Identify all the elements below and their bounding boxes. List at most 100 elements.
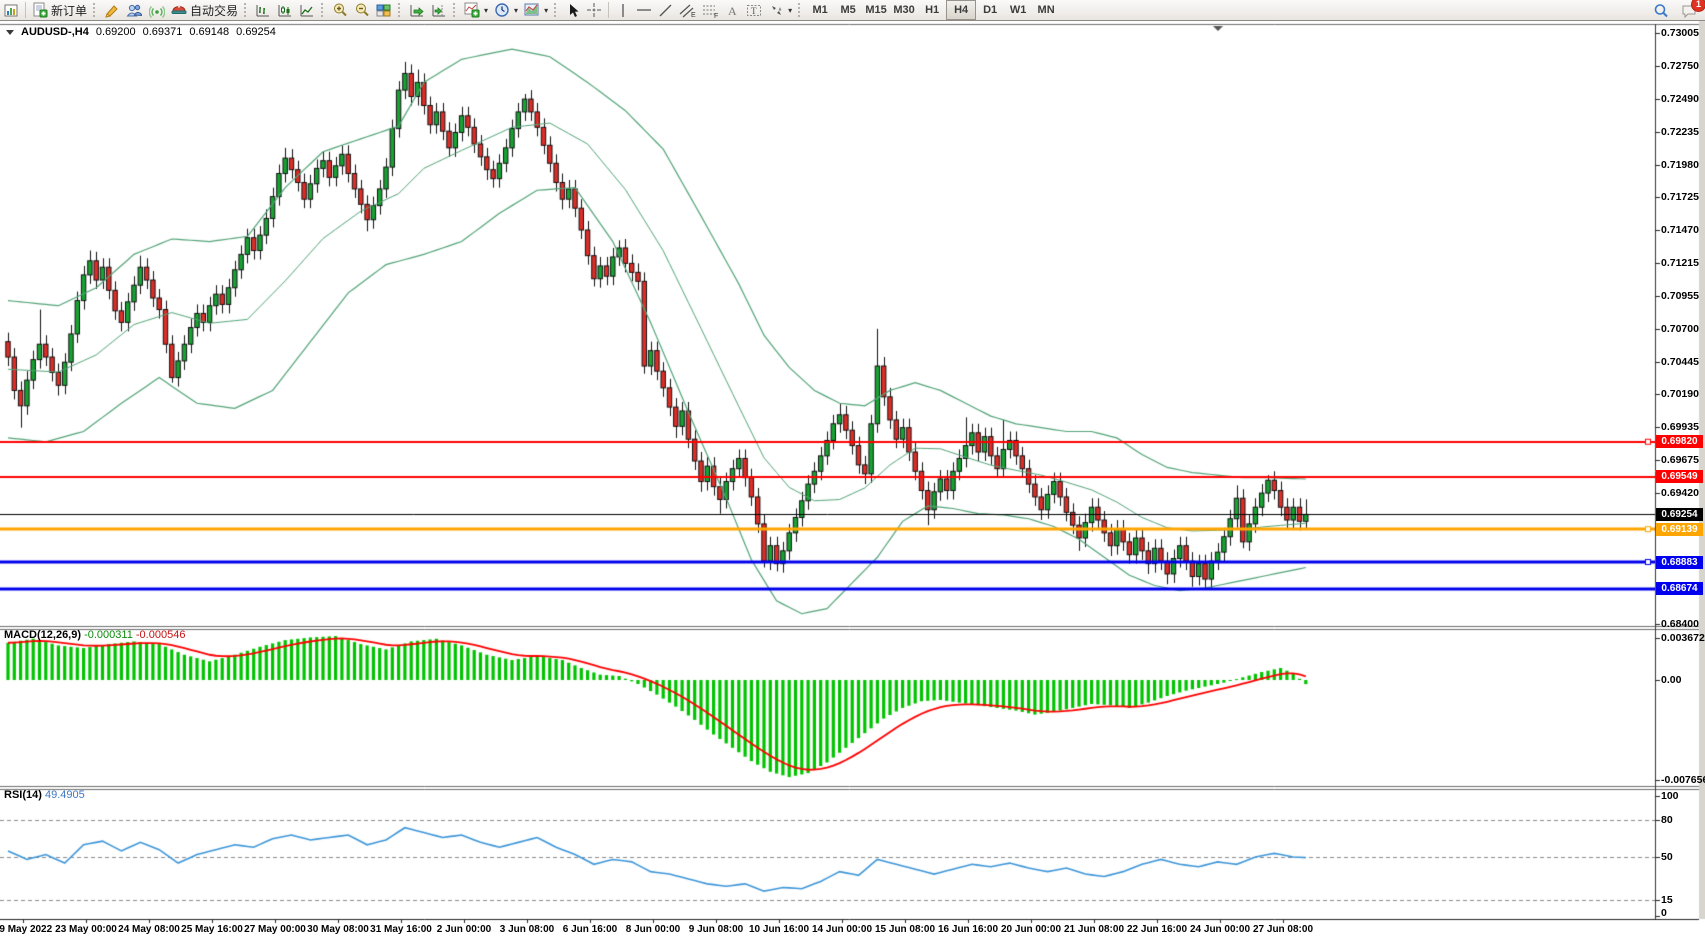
svg-text:F: F (714, 13, 718, 18)
bar-chart-mode-button[interactable] (252, 1, 274, 20)
candlestick-icon (277, 3, 293, 18)
chart-title: AUDUSD-,H4 0.69200 0.69371 0.69148 0.692… (6, 26, 276, 38)
text-tool-button[interactable]: A (722, 1, 743, 20)
chart-close-value: 0.69254 (236, 26, 276, 38)
auto-trading-icon (171, 3, 187, 18)
svg-text:T: T (751, 6, 757, 16)
new-chart-button[interactable] (1, 1, 22, 20)
toolbar-grip (398, 3, 402, 17)
tile-windows-button[interactable] (373, 1, 395, 20)
crosshair-tool-button[interactable] (583, 1, 605, 20)
indicators-button[interactable]: ▾ (461, 1, 491, 20)
tile-windows-icon (376, 3, 392, 18)
cursor-icon (566, 3, 580, 18)
arrows-tool-button[interactable]: ▾ (766, 1, 795, 20)
timeframe-m15-button[interactable]: M15 (862, 1, 890, 19)
collapse-panel-icon[interactable] (6, 30, 14, 35)
community-button[interactable] (123, 1, 146, 20)
fibonacci-icon: F (702, 3, 719, 18)
auto-scroll-button[interactable] (406, 1, 428, 20)
timeframe-m5-button[interactable]: M5 (834, 1, 862, 19)
chevron-down-icon: ▾ (788, 6, 792, 15)
clock-icon (494, 2, 510, 18)
auto-scroll-icon (409, 3, 425, 18)
chart-shift-button[interactable] (428, 1, 450, 20)
new-order-label: 新订单 (51, 2, 87, 19)
arrows-icon (769, 3, 784, 18)
crayon-icon (104, 3, 120, 18)
line-chart-icon (299, 3, 315, 18)
vertical-line-tool-button[interactable] (612, 1, 633, 20)
vertical-line-icon (618, 3, 628, 18)
bar-chart-icon (255, 3, 271, 18)
timeframe-m1-button[interactable]: M1 (806, 1, 834, 19)
toolbar-grip (798, 3, 802, 17)
rsi-value: 49.4905 (45, 789, 85, 801)
signals-button[interactable] (146, 1, 168, 20)
timeframe-h4-button[interactable]: H4 (946, 0, 976, 20)
macd-name: MACD(12,26,9) (4, 629, 81, 641)
line-chart-mode-button[interactable] (296, 1, 318, 20)
toolbar-separator (608, 2, 609, 18)
new-order-button[interactable]: 新订单 (29, 1, 90, 20)
notification-badge: 1 (1691, 0, 1705, 12)
svg-text:E: E (691, 12, 696, 18)
zoom-in-icon (332, 2, 348, 18)
horizontal-line-icon (636, 5, 652, 15)
toolbar: 新订单 自动交易 (0, 0, 1705, 21)
zoom-out-icon (354, 2, 370, 18)
text-label-icon: T (746, 3, 763, 18)
chart-open-value: 0.69200 (96, 26, 136, 38)
new-order-icon (32, 2, 48, 18)
chart-low-value: 0.69148 (189, 26, 229, 38)
styler-button[interactable] (101, 1, 123, 20)
chart-high-value: 0.69371 (143, 26, 183, 38)
indicators-icon (464, 2, 480, 18)
text-icon: A (726, 3, 739, 18)
macd-indicator-label: MACD(12,26,9) -0.000311 -0.000546 (4, 629, 185, 641)
timeframe-w1-button[interactable]: W1 (1004, 1, 1032, 19)
text-label-tool-button[interactable]: T (743, 1, 766, 20)
auto-trading-label: 自动交易 (190, 2, 238, 19)
templates-button[interactable]: ▾ (521, 1, 551, 20)
timeframe-mn-button[interactable]: MN (1032, 1, 1060, 19)
candlestick-mode-button[interactable] (274, 1, 296, 20)
toolbar-separator (25, 2, 26, 18)
rsi-indicator-label: RSI(14) 49.4905 (4, 789, 85, 801)
toolbar-grip (453, 3, 457, 17)
chart-shift-icon (431, 3, 447, 18)
chart-symbol-period: AUDUSD-,H4 (21, 26, 89, 38)
chevron-down-icon: ▾ (544, 6, 548, 15)
chart-surface[interactable] (0, 0, 1705, 939)
equidistant-channel-icon: E (679, 3, 696, 18)
zoom-out-button[interactable] (351, 1, 373, 20)
chevron-down-icon: ▾ (514, 6, 518, 15)
channel-tool-button[interactable]: E (676, 1, 699, 20)
auto-trading-button[interactable]: 自动交易 (168, 1, 241, 20)
zoom-in-button[interactable] (329, 1, 351, 20)
timeframe-d1-button[interactable]: D1 (976, 1, 1004, 19)
chevron-down-icon: ▾ (484, 6, 488, 15)
cursor-tool-button[interactable] (562, 1, 583, 20)
timeframe-h1-button[interactable]: H1 (918, 1, 946, 19)
users-icon (126, 3, 143, 18)
macd-main-value: -0.000311 (84, 629, 133, 641)
fibonacci-tool-button[interactable]: F (699, 1, 722, 20)
horizontal-line-tool-button[interactable] (633, 1, 655, 20)
notifications-button[interactable]: 1 (1678, 1, 1701, 20)
macd-signal-value: -0.000546 (136, 629, 186, 641)
new-chart-icon (4, 3, 19, 18)
search-icon (1653, 3, 1669, 19)
svg-text:A: A (728, 4, 737, 18)
periods-button[interactable]: ▾ (491, 1, 521, 20)
toolbar-grip (93, 3, 97, 17)
trendline-tool-button[interactable] (655, 1, 676, 20)
toolbar-grip (554, 3, 558, 17)
toolbar-grip (244, 3, 248, 17)
crosshair-icon (586, 2, 602, 18)
mt4-window: 新订单 自动交易 (0, 0, 1705, 939)
timeframe-m30-button[interactable]: M30 (890, 1, 918, 19)
signal-icon (149, 3, 165, 18)
rsi-name: RSI(14) (4, 789, 42, 801)
search-button[interactable] (1650, 1, 1672, 20)
